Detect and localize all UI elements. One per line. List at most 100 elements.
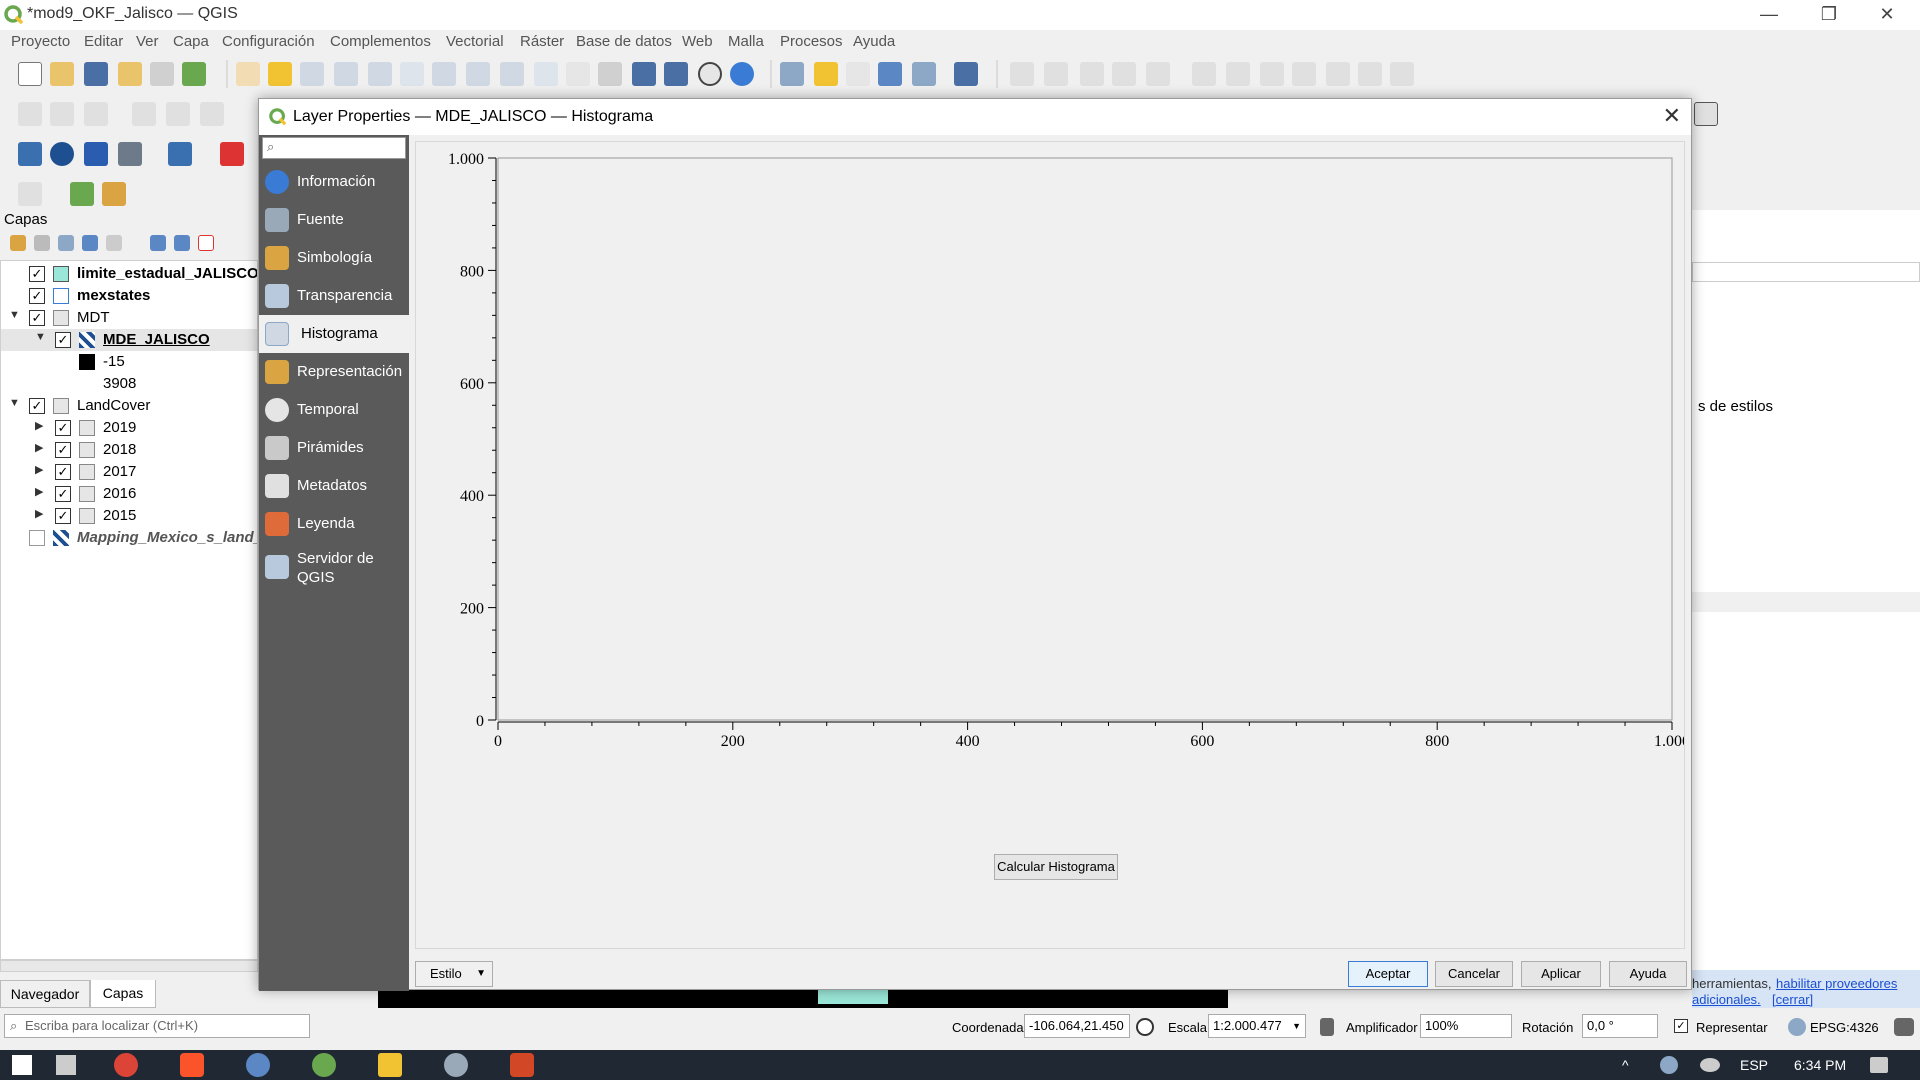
select-features-icon[interactable]: [814, 62, 838, 86]
nav-metadatos[interactable]: Metadatos: [259, 467, 409, 505]
brave-icon[interactable]: [180, 1053, 204, 1077]
globe-icon[interactable]: [1788, 1018, 1806, 1036]
help-button[interactable]: Ayuda: [1609, 961, 1687, 987]
app-icon[interactable]: [444, 1053, 468, 1077]
file-explorer-icon[interactable]: [378, 1053, 402, 1077]
nav-representacion[interactable]: Representación: [259, 353, 409, 391]
menu-ayuda[interactable]: Ayuda: [853, 33, 895, 50]
zoom-full-icon[interactable]: [368, 62, 392, 86]
chrome-icon[interactable]: [114, 1053, 138, 1077]
temporal-controller-icon[interactable]: [698, 62, 722, 86]
close-window-button[interactable]: ✕: [1864, 0, 1910, 30]
open-project-icon[interactable]: [50, 62, 74, 86]
clock[interactable]: 6:34 PM: [1794, 1057, 1846, 1073]
task-view-icon[interactable]: [56, 1055, 76, 1075]
accept-button[interactable]: Aceptar: [1348, 961, 1428, 987]
text-annotation-icon[interactable]: [1694, 102, 1718, 126]
expand-arrow-icon[interactable]: ▶: [35, 485, 43, 498]
nav-leyenda[interactable]: Leyenda: [259, 505, 409, 543]
windows-start-icon[interactable]: [12, 1055, 32, 1075]
restore-button[interactable]: ❐: [1806, 0, 1852, 30]
layer-row[interactable]: ▼ ✓ MDT: [1, 307, 257, 329]
powerpoint-icon[interactable]: [510, 1053, 534, 1077]
menu-web[interactable]: Web: [682, 33, 713, 50]
apply-button[interactable]: Aplicar: [1521, 961, 1601, 987]
layer-checkbox[interactable]: ✓: [55, 486, 71, 502]
locator-search-input[interactable]: ⌕ Escriba para localizar (Ctrl+K): [4, 1014, 310, 1038]
lock-icon[interactable]: [1320, 1018, 1334, 1036]
expand-arrow-icon[interactable]: ▶: [35, 463, 43, 476]
nav-transparencia[interactable]: Transparencia: [259, 277, 409, 315]
layer-row[interactable]: ▼ ✓ LandCover: [1, 395, 257, 417]
menu-vectorial[interactable]: Vectorial: [446, 33, 504, 50]
style-dropdown[interactable]: Estilo ▼: [415, 961, 493, 987]
refresh-icon[interactable]: [730, 62, 754, 86]
plugin-icon[interactable]: [50, 142, 74, 166]
qgis-taskbar-icon[interactable]: [312, 1053, 336, 1077]
layer-checkbox[interactable]: ✓: [29, 398, 45, 414]
onedrive-icon[interactable]: [1700, 1058, 1720, 1072]
filter-icon[interactable]: [82, 235, 98, 251]
collapse-arrow-icon[interactable]: ▼: [9, 309, 20, 321]
collapse-all-icon[interactable]: [174, 235, 190, 251]
coordinate-input[interactable]: -106.064,21.450: [1024, 1014, 1130, 1038]
menu-raster[interactable]: Ráster: [520, 33, 564, 50]
remove-layer-icon[interactable]: [198, 235, 214, 251]
cancel-button[interactable]: Cancelar: [1435, 961, 1513, 987]
help-icon[interactable]: [168, 142, 192, 166]
menu-complementos[interactable]: Complementos: [330, 33, 431, 50]
calculate-histogram-button[interactable]: Calcular Histograma: [994, 854, 1118, 880]
manage-themes-icon[interactable]: [58, 235, 74, 251]
zoom-next-icon[interactable]: [534, 62, 558, 86]
r-icon[interactable]: [246, 1053, 270, 1077]
horizontal-scrollbar[interactable]: [0, 960, 258, 972]
python-console-icon[interactable]: [18, 142, 42, 166]
layer-checkbox[interactable]: ✓: [55, 464, 71, 480]
layer-checkbox[interactable]: ✓: [55, 508, 71, 524]
expand-arrow-icon[interactable]: ▶: [35, 507, 43, 520]
print-layout-icon[interactable]: [150, 62, 174, 86]
menu-malla[interactable]: Malla: [728, 33, 764, 50]
layer-row[interactable]: ✓ limite_estadual_JALISCO: [1, 263, 257, 285]
crs-label[interactable]: EPSG:4326: [1810, 1020, 1879, 1035]
styling-search[interactable]: [1692, 262, 1920, 282]
scale-dropdown[interactable]: 1:2.000.477 ▼: [1208, 1014, 1306, 1038]
show-bookmarks-icon[interactable]: [664, 62, 688, 86]
zoom-native-icon[interactable]: [466, 62, 490, 86]
layer-checkbox[interactable]: ✓: [55, 332, 71, 348]
tab-capas[interactable]: Capas: [90, 980, 156, 1008]
nav-informacion[interactable]: Información: [259, 163, 409, 201]
notifications-icon[interactable]: [1870, 1057, 1888, 1073]
pan-icon[interactable]: [236, 62, 260, 86]
messages-icon[interactable]: [1894, 1018, 1914, 1036]
layer-checkbox[interactable]: ✓: [55, 442, 71, 458]
layer-checkbox[interactable]: [29, 530, 45, 546]
zoom-selection-icon[interactable]: [400, 62, 424, 86]
layer-checkbox[interactable]: ✓: [29, 266, 45, 282]
new-project-icon[interactable]: [18, 62, 42, 86]
scp-icon[interactable]: [84, 142, 108, 166]
menu-proyecto[interactable]: Proyecto: [11, 33, 70, 50]
layer-checkbox[interactable]: ✓: [29, 310, 45, 326]
new-map-view-icon[interactable]: [566, 62, 590, 86]
select-by-value-icon[interactable]: [846, 62, 870, 86]
language-indicator[interactable]: ESP: [1740, 1057, 1768, 1073]
nav-servidor[interactable]: Servidor de QGIS: [259, 543, 409, 595]
tray-chevron-icon[interactable]: ^: [1622, 1057, 1629, 1073]
dialog-close-button[interactable]: ✕: [1663, 103, 1681, 129]
save-project-icon[interactable]: [84, 62, 108, 86]
menu-editar[interactable]: Editar: [84, 33, 123, 50]
magnifier-input[interactable]: 100%: [1420, 1014, 1512, 1038]
dropbox-icon[interactable]: [1660, 1056, 1678, 1074]
layer-checkbox[interactable]: ✓: [55, 420, 71, 436]
identify-features-icon[interactable]: [780, 62, 804, 86]
layer-row[interactable]: ▶ ✓ 2017: [1, 461, 257, 483]
zoom-layer-icon[interactable]: [432, 62, 456, 86]
layer-row[interactable]: Mapping_Mexico_s_land_c: [1, 527, 257, 549]
menu-procesos[interactable]: Procesos: [780, 33, 843, 50]
layer-row[interactable]: ▶ ✓ 2019: [1, 417, 257, 439]
layer-checkbox[interactable]: ✓: [29, 288, 45, 304]
layer-row[interactable]: ▶ ✓ 2016: [1, 483, 257, 505]
save-as-icon[interactable]: [118, 62, 142, 86]
nav-temporal[interactable]: Temporal: [259, 391, 409, 429]
